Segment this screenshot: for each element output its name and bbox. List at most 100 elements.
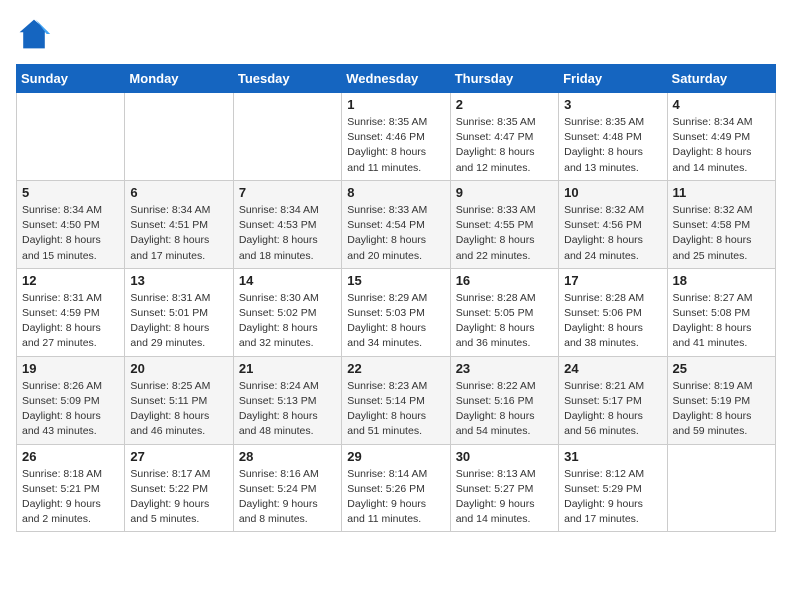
day-number: 21 (239, 361, 336, 376)
day-info: Sunrise: 8:32 AM Sunset: 4:56 PM Dayligh… (564, 203, 661, 264)
day-number: 15 (347, 273, 444, 288)
weekday-header-saturday: Saturday (667, 65, 775, 93)
day-info: Sunrise: 8:34 AM Sunset: 4:53 PM Dayligh… (239, 203, 336, 264)
day-cell: 25 Sunrise: 8:19 AM Sunset: 5:19 PM Dayli… (667, 356, 775, 444)
day-cell (17, 93, 125, 181)
day-info: Sunrise: 8:34 AM Sunset: 4:49 PM Dayligh… (673, 115, 770, 176)
day-number: 7 (239, 185, 336, 200)
day-number: 25 (673, 361, 770, 376)
day-number: 2 (456, 97, 553, 112)
day-cell: 14Sunrise: 8:30 AM Sunset: 5:02 PM Dayli… (233, 268, 341, 356)
day-cell: 26 Sunrise: 8:18 AM Sunset: 5:21 PM Dayli… (17, 444, 125, 532)
day-info: Sunrise: 8:12 AM Sunset: 5:29 PM Dayligh… (564, 467, 661, 528)
day-cell: 9 Sunrise: 8:33 AM Sunset: 4:55 PM Daylig… (450, 180, 558, 268)
day-cell: 16 Sunrise: 8:28 AM Sunset: 5:05 PM Dayli… (450, 268, 558, 356)
day-info: Sunrise: 8:34 AM Sunset: 4:51 PM Dayligh… (130, 203, 227, 264)
day-cell: 8 Sunrise: 8:33 AM Sunset: 4:54 PM Daylig… (342, 180, 450, 268)
day-number: 1 (347, 97, 444, 112)
day-cell: 12Sunrise: 8:31 AM Sunset: 4:59 PM Dayli… (17, 268, 125, 356)
week-row-4: 19 Sunrise: 8:26 AM Sunset: 5:09 PM Dayli… (17, 356, 776, 444)
day-cell: 5 Sunrise: 8:34 AM Sunset: 4:50 PM Daylig… (17, 180, 125, 268)
weekday-header-wednesday: Wednesday (342, 65, 450, 93)
day-info: Sunrise: 8:18 AM Sunset: 5:21 PM Dayligh… (22, 467, 119, 528)
day-number: 10 (564, 185, 661, 200)
day-cell: 1 Sunrise: 8:35 AM Sunset: 4:46 PM Daylig… (342, 93, 450, 181)
day-cell: 3Sunrise: 8:35 AM Sunset: 4:48 PM Daylig… (559, 93, 667, 181)
day-number: 24 (564, 361, 661, 376)
day-info: Sunrise: 8:28 AM Sunset: 5:05 PM Dayligh… (456, 291, 553, 352)
day-number: 5 (22, 185, 119, 200)
week-row-2: 5 Sunrise: 8:34 AM Sunset: 4:50 PM Daylig… (17, 180, 776, 268)
day-number: 16 (456, 273, 553, 288)
day-cell: 19 Sunrise: 8:26 AM Sunset: 5:09 PM Dayli… (17, 356, 125, 444)
day-number: 23 (456, 361, 553, 376)
day-number: 4 (673, 97, 770, 112)
day-number: 31 (564, 449, 661, 464)
day-number: 18 (673, 273, 770, 288)
day-cell: 27 Sunrise: 8:17 AM Sunset: 5:22 PM Dayli… (125, 444, 233, 532)
week-row-3: 12Sunrise: 8:31 AM Sunset: 4:59 PM Dayli… (17, 268, 776, 356)
page-header (16, 16, 776, 52)
day-info: Sunrise: 8:32 AM Sunset: 4:58 PM Dayligh… (673, 203, 770, 264)
weekday-header-sunday: Sunday (17, 65, 125, 93)
day-cell: 24 Sunrise: 8:21 AM Sunset: 5:17 PM Dayli… (559, 356, 667, 444)
day-info: Sunrise: 8:22 AM Sunset: 5:16 PM Dayligh… (456, 379, 553, 440)
weekday-header-tuesday: Tuesday (233, 65, 341, 93)
weekday-header-monday: Monday (125, 65, 233, 93)
day-info: Sunrise: 8:24 AM Sunset: 5:13 PM Dayligh… (239, 379, 336, 440)
day-info: Sunrise: 8:29 AM Sunset: 5:03 PM Dayligh… (347, 291, 444, 352)
calendar-table: SundayMondayTuesdayWednesdayThursdayFrid… (16, 64, 776, 532)
day-cell (125, 93, 233, 181)
logo (16, 16, 58, 52)
day-number: 19 (22, 361, 119, 376)
day-info: Sunrise: 8:26 AM Sunset: 5:09 PM Dayligh… (22, 379, 119, 440)
day-cell: 6 Sunrise: 8:34 AM Sunset: 4:51 PM Daylig… (125, 180, 233, 268)
day-cell: 22Sunrise: 8:23 AM Sunset: 5:14 PM Dayli… (342, 356, 450, 444)
logo-icon (16, 16, 52, 52)
day-number: 20 (130, 361, 227, 376)
day-cell (233, 93, 341, 181)
day-number: 22 (347, 361, 444, 376)
day-cell: 2Sunrise: 8:35 AM Sunset: 4:47 PM Daylig… (450, 93, 558, 181)
week-row-5: 26 Sunrise: 8:18 AM Sunset: 5:21 PM Dayli… (17, 444, 776, 532)
day-info: Sunrise: 8:13 AM Sunset: 5:27 PM Dayligh… (456, 467, 553, 528)
day-cell: 28 Sunrise: 8:16 AM Sunset: 5:24 PM Dayli… (233, 444, 341, 532)
day-cell: 4 Sunrise: 8:34 AM Sunset: 4:49 PM Daylig… (667, 93, 775, 181)
day-info: Sunrise: 8:19 AM Sunset: 5:19 PM Dayligh… (673, 379, 770, 440)
day-cell: 31 Sunrise: 8:12 AM Sunset: 5:29 PM Dayli… (559, 444, 667, 532)
day-info: Sunrise: 8:31 AM Sunset: 4:59 PM Dayligh… (22, 291, 119, 352)
day-cell: 30Sunrise: 8:13 AM Sunset: 5:27 PM Dayli… (450, 444, 558, 532)
day-info: Sunrise: 8:25 AM Sunset: 5:11 PM Dayligh… (130, 379, 227, 440)
day-info: Sunrise: 8:28 AM Sunset: 5:06 PM Dayligh… (564, 291, 661, 352)
day-number: 17 (564, 273, 661, 288)
day-info: Sunrise: 8:31 AM Sunset: 5:01 PM Dayligh… (130, 291, 227, 352)
day-info: Sunrise: 8:30 AM Sunset: 5:02 PM Dayligh… (239, 291, 336, 352)
day-info: Sunrise: 8:17 AM Sunset: 5:22 PM Dayligh… (130, 467, 227, 528)
day-info: Sunrise: 8:34 AM Sunset: 4:50 PM Dayligh… (22, 203, 119, 264)
day-cell: 11Sunrise: 8:32 AM Sunset: 4:58 PM Dayli… (667, 180, 775, 268)
day-cell: 10 Sunrise: 8:32 AM Sunset: 4:56 PM Dayli… (559, 180, 667, 268)
day-info: Sunrise: 8:33 AM Sunset: 4:54 PM Dayligh… (347, 203, 444, 264)
weekday-header-row: SundayMondayTuesdayWednesdayThursdayFrid… (17, 65, 776, 93)
day-cell: 17 Sunrise: 8:28 AM Sunset: 5:06 PM Dayli… (559, 268, 667, 356)
day-number: 6 (130, 185, 227, 200)
day-cell: 20 Sunrise: 8:25 AM Sunset: 5:11 PM Dayli… (125, 356, 233, 444)
day-number: 13 (130, 273, 227, 288)
day-number: 8 (347, 185, 444, 200)
day-info: Sunrise: 8:21 AM Sunset: 5:17 PM Dayligh… (564, 379, 661, 440)
day-number: 29 (347, 449, 444, 464)
day-info: Sunrise: 8:33 AM Sunset: 4:55 PM Dayligh… (456, 203, 553, 264)
day-cell: 29Sunrise: 8:14 AM Sunset: 5:26 PM Dayli… (342, 444, 450, 532)
weekday-header-friday: Friday (559, 65, 667, 93)
day-number: 26 (22, 449, 119, 464)
day-number: 3 (564, 97, 661, 112)
day-cell: 13 Sunrise: 8:31 AM Sunset: 5:01 PM Dayli… (125, 268, 233, 356)
day-cell: 15 Sunrise: 8:29 AM Sunset: 5:03 PM Dayli… (342, 268, 450, 356)
day-cell (667, 444, 775, 532)
day-info: Sunrise: 8:16 AM Sunset: 5:24 PM Dayligh… (239, 467, 336, 528)
day-number: 9 (456, 185, 553, 200)
day-info: Sunrise: 8:35 AM Sunset: 4:46 PM Dayligh… (347, 115, 444, 176)
day-cell: 21 Sunrise: 8:24 AM Sunset: 5:13 PM Dayli… (233, 356, 341, 444)
day-number: 28 (239, 449, 336, 464)
day-number: 27 (130, 449, 227, 464)
